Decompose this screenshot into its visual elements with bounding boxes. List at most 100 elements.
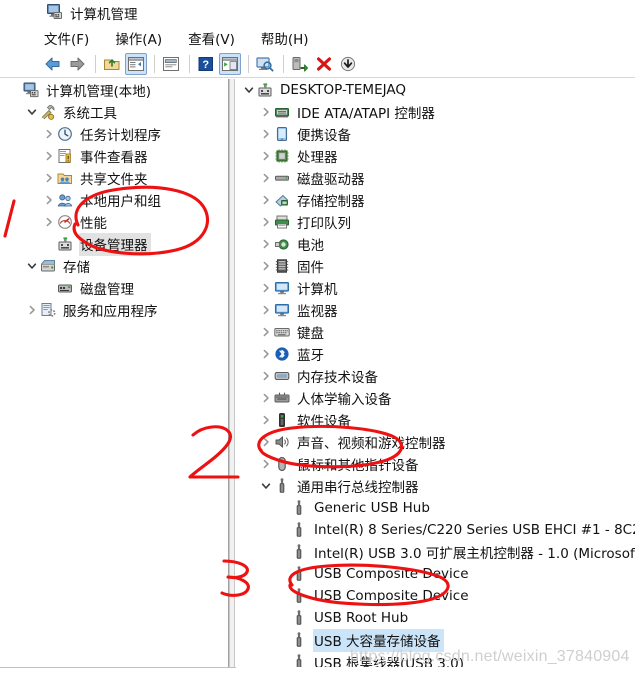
console-tree-item-row[interactable]: 事件查看器 [0,145,228,167]
chevron-right-icon[interactable] [259,193,273,207]
device-tree-item-row[interactable]: 监视器 [236,299,635,321]
chevron-right-icon[interactable] [259,413,273,427]
console-tree-item-row[interactable]: 计算机管理(本地) [0,79,228,101]
device-tree-item-row[interactable]: 存储控制器 [236,189,635,211]
menu-action[interactable]: 操作(A) [115,28,162,48]
menu-view[interactable]: 查看(V) [188,28,235,48]
chevron-right-icon[interactable] [42,127,56,141]
chevron-right-icon[interactable] [259,237,273,251]
sound-video-game-icon [273,434,291,450]
mouse-icon [273,456,291,472]
system-tools-icon [39,104,57,120]
chevron-right-icon[interactable] [259,215,273,229]
chevron-right-icon[interactable] [259,149,273,163]
device-tree-item-row[interactable]: Generic USB Hub [236,497,635,519]
device-tree-item-row[interactable]: Intel(R) USB 3.0 可扩展主机控制器 - 1.0 (Microso… [236,541,635,563]
console-tree-item-row[interactable]: 磁盘管理 [0,277,228,299]
device-tree-item-row[interactable]: 通用串行总线控制器 [236,475,635,497]
device-tree-item-row[interactable]: 磁盘驱动器 [236,167,635,189]
chevron-down-icon[interactable] [259,479,273,493]
show-action-pane-icon[interactable] [219,53,241,75]
device-tree-item-row[interactable]: 蓝牙 [236,343,635,365]
device-tree-item-row[interactable]: 打印队列 [236,211,635,233]
console-tree-pane[interactable]: 计算机管理(本地) 系统工具 任务计划程序 事件查看器 共享文件夹 本地用户和组 性能 设备管… [0,79,229,667]
chevron-right-icon[interactable] [259,457,273,471]
console-tree-item-row[interactable]: 设备管理器 [0,232,228,256]
back-icon[interactable] [42,53,64,75]
chevron-right-icon[interactable] [259,303,273,317]
device-tree-item-row[interactable]: USB Root Hub [236,607,635,629]
device-tree-item-row[interactable]: 软件设备 [236,409,635,431]
device-tree-item-row[interactable]: 声音、视频和游戏控制器 [236,431,635,453]
chevron-right-icon[interactable] [259,127,273,141]
forward-icon[interactable] [66,53,88,75]
uninstall-red-x-icon[interactable] [313,53,335,75]
menu-help[interactable]: 帮助(H) [261,28,309,48]
chevron-right-icon[interactable] [25,303,39,317]
toolbar-divider [0,77,635,78]
driver-update-icon[interactable] [289,53,311,75]
device-manager-pane[interactable]: DESKTOP-TEMEJAQ IDE ATA/ATAPI 控制器 便携设备 处理器磁… [236,79,635,667]
device-tree-item-row[interactable]: Intel(R) 8 Series/C220 Series USB EHCI #… [236,519,635,541]
pane-splitter[interactable] [229,79,235,667]
status-bar [0,667,635,687]
chevron-right-icon[interactable] [259,347,273,361]
device-tree-item-row[interactable]: 键盘 [236,321,635,343]
device-tree-item-row[interactable]: DESKTOP-TEMEJAQ [236,79,635,101]
chevron-right-icon[interactable] [259,391,273,405]
show-hide-tree-icon[interactable] [125,53,147,75]
device-tree-item-row[interactable]: IDE ATA/ATAPI 控制器 [236,101,635,123]
disable-device-icon[interactable] [337,53,359,75]
device-tree-item-label: 固件 [297,259,324,276]
chevron-right-icon[interactable] [42,149,56,163]
computer-management-icon [22,82,40,98]
device-tree-item-label: IDE ATA/ATAPI 控制器 [297,105,435,122]
event-viewer-icon [56,148,74,164]
chevron-right-icon[interactable] [42,193,56,207]
device-tree-item-row[interactable]: 固件 [236,255,635,277]
device-tree-item-label: 人体学输入设备 [297,391,392,408]
device-tree-item-row[interactable]: 电池 [236,233,635,255]
chevron-down-icon[interactable] [25,105,39,119]
software-device-icon [273,412,291,428]
chevron-right-icon[interactable] [259,435,273,449]
up-folder-icon[interactable] [101,53,123,75]
chevron-right-icon[interactable] [259,171,273,185]
device-tree: DESKTOP-TEMEJAQ IDE ATA/ATAPI 控制器 便携设备 处理器磁… [236,79,635,667]
console-tree-item-row[interactable]: 存储 [0,255,228,277]
chevron-right-icon[interactable] [259,325,273,339]
console-tree-item-row[interactable]: 系统工具 [0,101,228,123]
chevron-right-icon[interactable] [42,215,56,229]
device-tree-item-label: 键盘 [297,325,324,342]
chevron-down-icon[interactable] [25,259,39,273]
device-tree-item-row[interactable]: 处理器 [236,145,635,167]
console-tree-item-row[interactable]: 共享文件夹 [0,167,228,189]
console-tree-item-row[interactable]: 服务和应用程序 [0,299,228,321]
print-queue-icon [273,214,291,230]
chevron-right-icon[interactable] [42,171,56,185]
device-tree-item-row[interactable]: USB Composite Device [236,563,635,585]
device-tree-item-row[interactable]: 内存技术设备 [236,365,635,387]
menu-file[interactable]: 文件(F) [44,28,89,48]
properties-icon[interactable] [160,53,182,75]
chevron-right-icon[interactable] [259,369,273,383]
usb-device-icon [290,610,308,626]
device-tree-item-row[interactable]: 便携设备 [236,123,635,145]
device-tree-item-label: 计算机 [297,281,338,298]
device-tree-item-row[interactable]: 计算机 [236,277,635,299]
content-panes: 计算机管理(本地) 系统工具 任务计划程序 事件查看器 共享文件夹 本地用户和组 性能 设备管… [0,79,635,667]
console-tree-item-row[interactable]: 性能 [0,211,228,233]
console-tree-item-row[interactable]: 任务计划程序 [0,123,228,145]
help-icon[interactable]: ? [195,53,217,75]
chevron-down-icon[interactable] [242,83,256,97]
device-tree-item-row[interactable]: USB Composite Device [236,585,635,607]
device-tree-item-row[interactable]: 鼠标和其他指针设备 [236,453,635,475]
chevron-right-icon[interactable] [259,259,273,273]
chevron-right-icon[interactable] [259,105,273,119]
svg-text:?: ? [202,59,209,71]
console-tree-item-row[interactable]: 本地用户和组 [0,189,228,211]
toolbar-separator [95,55,96,73]
device-tree-item-row[interactable]: 人体学输入设备 [236,387,635,409]
chevron-right-icon[interactable] [259,281,273,295]
monitor-scan-icon[interactable] [254,53,276,75]
